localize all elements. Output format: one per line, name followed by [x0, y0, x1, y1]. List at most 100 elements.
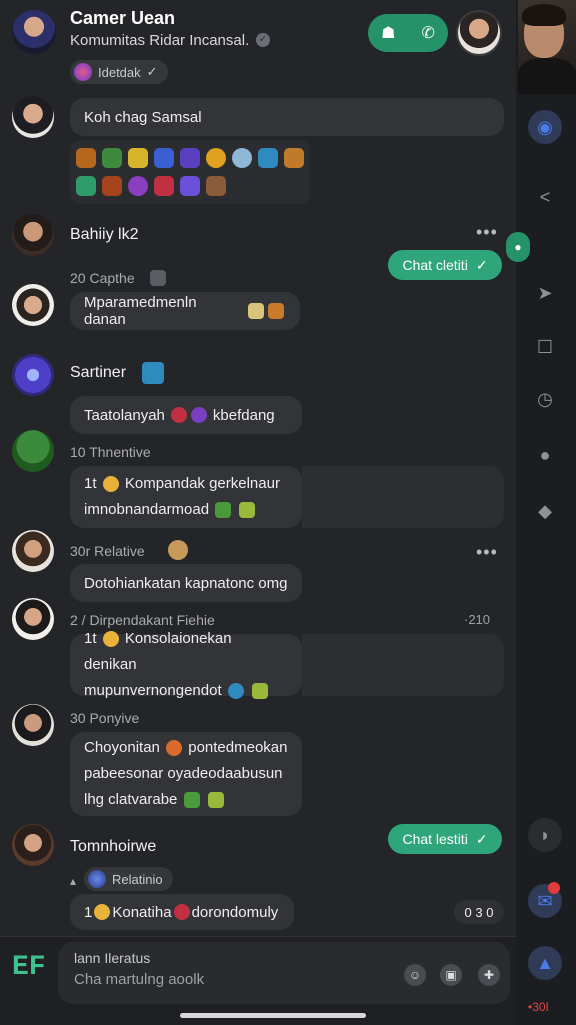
- chat-subtitle: Komumitas Ridar Incansal.: [70, 32, 250, 49]
- avatar[interactable]: [12, 284, 54, 326]
- more-options-icon[interactable]: •••: [476, 542, 498, 563]
- sender-name[interactable]: Sartiner: [70, 364, 126, 382]
- message-prefix: 1t: [84, 630, 97, 647]
- sticker[interactable]: [76, 148, 96, 168]
- sticker[interactable]: [154, 148, 174, 168]
- emoji-icon: [190, 407, 207, 423]
- smile-emoji-icon: [102, 631, 119, 648]
- app-logo[interactable]: EF: [12, 952, 46, 988]
- profile-icon[interactable]: ▲: [528, 946, 562, 980]
- message-prefix: 1: [84, 903, 93, 921]
- message-input[interactable]: Cha martulng aoolk: [74, 971, 204, 988]
- emoji-icon: [207, 792, 224, 809]
- avatar[interactable]: [12, 214, 54, 256]
- avatar[interactable]: [12, 354, 54, 396]
- notification-badge: [548, 882, 560, 894]
- reply-pill[interactable]: Relatinio: [84, 867, 173, 891]
- sticker[interactable]: [102, 148, 122, 168]
- emoji-icon: [268, 303, 285, 319]
- message-bubble[interactable]: Mparamedmenln danan: [70, 292, 300, 330]
- online-toggle[interactable]: ●: [506, 232, 530, 262]
- emoji-icon: [227, 683, 244, 700]
- sticker[interactable]: [76, 176, 96, 196]
- message-text: mupunvernongendot: [84, 682, 222, 699]
- message-bubble[interactable]: 1t Konsolaionekan denikan mupunvernongen…: [70, 630, 302, 700]
- sticker[interactable]: [180, 148, 200, 168]
- pin-icon: [142, 362, 164, 384]
- message-text: Konatiha: [112, 903, 172, 921]
- call-icon[interactable]: ✆: [422, 23, 435, 43]
- chat-chip[interactable]: Chat lestiti ✓: [388, 824, 502, 854]
- avatar[interactable]: [12, 430, 54, 472]
- user-group-icon[interactable]: ☗: [381, 23, 395, 43]
- sticker-icon[interactable]: ▣: [440, 964, 462, 986]
- avatar[interactable]: [12, 704, 54, 746]
- sticker[interactable]: [284, 148, 304, 168]
- message-bubble[interactable]: Dotohiankatan kapnatonc omg: [70, 564, 302, 602]
- message-meta: 30 Ponyive: [70, 710, 140, 726]
- message-bubble[interactable]: Koh chag Samsal: [70, 98, 504, 136]
- smile-emoji-icon: [102, 476, 119, 493]
- sticker[interactable]: [258, 148, 278, 168]
- status-icon: [74, 63, 92, 81]
- sticker[interactable]: [154, 176, 174, 196]
- message-text: Taatolanyah: [84, 406, 165, 424]
- user-avatar[interactable]: [456, 10, 502, 56]
- sender-name[interactable]: Tomnhoirwe: [70, 838, 156, 856]
- call-actions[interactable]: ☗ ✆: [368, 14, 448, 52]
- emoji-icon: [166, 740, 183, 757]
- brand-icon[interactable]: ◉: [528, 110, 562, 144]
- composer-title: lann Ileratus: [74, 950, 151, 966]
- sticker[interactable]: [102, 176, 122, 196]
- reply-pill-label: Relatinio: [112, 871, 163, 887]
- message-text: Mparamedmenln danan: [84, 294, 197, 328]
- rail-footer: •30I: [528, 1000, 549, 1014]
- message-bubble[interactable]: 1 Konatiha dorondomuly: [70, 894, 294, 930]
- message-bubble[interactable]: Taatolanyah kbefdang: [70, 396, 302, 434]
- sender-name[interactable]: Bahiiy lk2: [70, 226, 138, 244]
- status-pill[interactable]: Idetdak ✓: [70, 60, 168, 84]
- message-meta: 30r Relative: [70, 543, 145, 559]
- message-text: imnobnandarmoad: [84, 501, 210, 518]
- video-preview[interactable]: [518, 0, 576, 94]
- chat-title[interactable]: Camer Uean: [70, 8, 175, 29]
- message-meta: 20 Capthe: [70, 270, 135, 286]
- send-icon[interactable]: ➤: [528, 276, 562, 310]
- reply-arrow-icon: ▴: [70, 874, 77, 888]
- emoji-icon: [183, 792, 200, 809]
- message-text: Choyonitan: [84, 739, 160, 756]
- message-text: Kompandak gerkelnaur: [124, 475, 280, 492]
- attach-icon[interactable]: ✚: [478, 964, 500, 986]
- share-icon[interactable]: <: [528, 180, 562, 214]
- sticker[interactable]: [232, 148, 252, 168]
- clock-icon[interactable]: ◷: [528, 382, 562, 416]
- avatar[interactable]: [12, 530, 54, 572]
- square-icon[interactable]: ☐: [528, 330, 562, 364]
- read-counter: 0 3 0: [454, 900, 504, 924]
- message-prefix: 1t: [84, 475, 97, 492]
- sticker[interactable]: [206, 148, 226, 168]
- sticker[interactable]: [128, 148, 148, 168]
- sticker[interactable]: [128, 176, 148, 196]
- sticker[interactable]: [180, 176, 200, 196]
- image-icon: [150, 270, 166, 286]
- bubble-extension: [302, 466, 504, 528]
- message-bubble[interactable]: Choyonitan pontedmeokan pabeesonar oyade…: [70, 732, 302, 816]
- sticker-grid: [70, 140, 310, 204]
- message-bubble[interactable]: 1t Kompandak gerkelnaur imnobnandarmoad: [70, 466, 302, 528]
- group-avatar[interactable]: [12, 10, 56, 54]
- emoji-picker-icon[interactable]: ☺: [404, 964, 426, 986]
- avatar[interactable]: [12, 598, 54, 640]
- chevron-down-icon: ✓: [146, 64, 158, 79]
- bag-icon[interactable]: ◆: [528, 494, 562, 528]
- avatar[interactable]: [12, 824, 54, 866]
- message-text: pabeesonar oyadeodaabusun: [84, 765, 283, 782]
- shield-icon[interactable]: ◗: [528, 818, 562, 852]
- chat-chip[interactable]: Chat cletiti ✓: [388, 250, 502, 280]
- chat-chip-label: Chat lestiti: [402, 831, 468, 847]
- avatar[interactable]: [12, 96, 54, 138]
- message-meta: 10 Thnentive: [70, 444, 151, 460]
- sticker[interactable]: [206, 176, 226, 196]
- more-options-icon[interactable]: •••: [476, 222, 498, 243]
- chat-icon[interactable]: ●: [528, 438, 562, 472]
